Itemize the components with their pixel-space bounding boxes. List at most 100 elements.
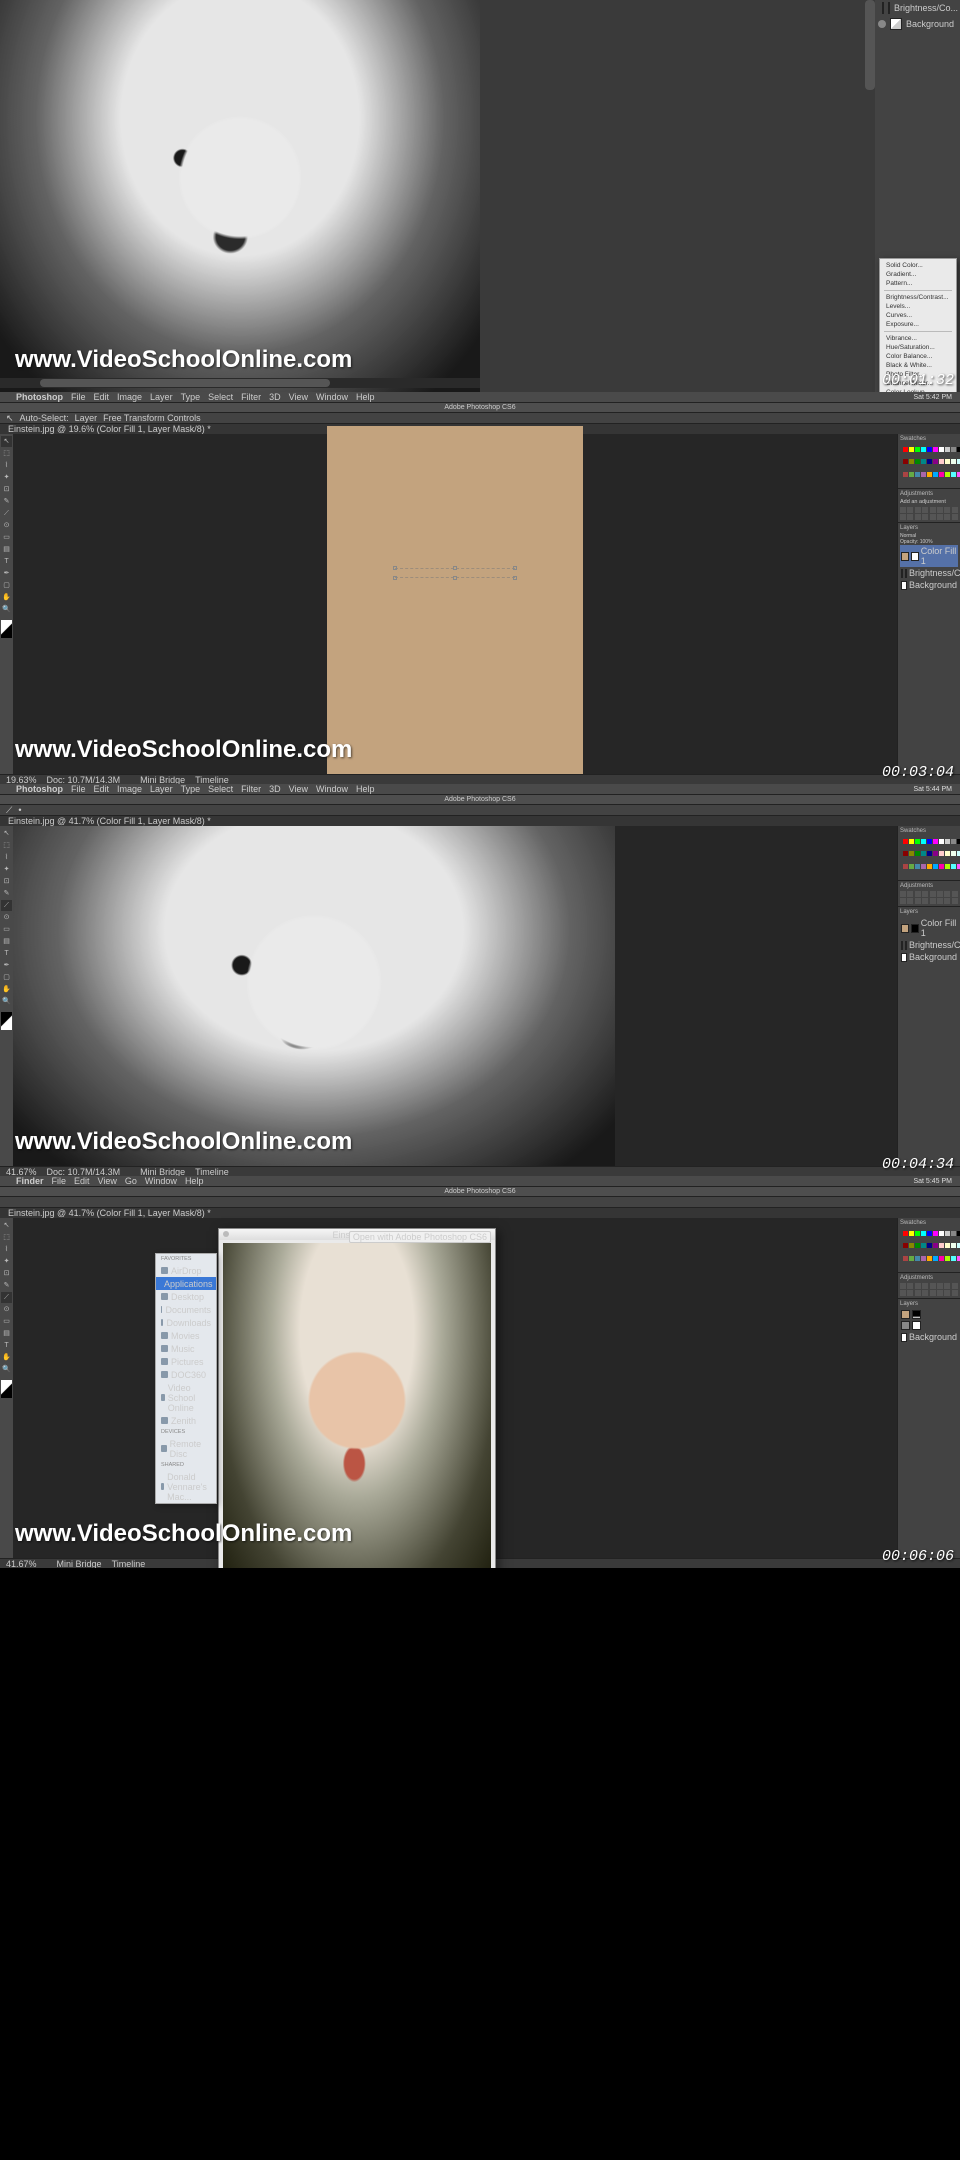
adj-icon[interactable] [900, 1283, 906, 1289]
layer-brightness-contrast[interactable]: Brightness/Co... [875, 0, 960, 16]
eyedropper-tool[interactable]: ✎ [1, 1280, 12, 1291]
crop-tool[interactable]: ⊡ [1, 876, 12, 887]
swatch[interactable] [951, 1243, 956, 1248]
swatch[interactable] [927, 851, 932, 856]
panel-header[interactable]: Swatches [900, 1220, 958, 1226]
adj-icon[interactable] [907, 891, 913, 897]
swatch[interactable] [945, 1243, 950, 1248]
swatch[interactable] [939, 459, 944, 464]
adj-icon[interactable] [952, 514, 958, 520]
swatch[interactable] [933, 459, 938, 464]
adj-icon[interactable] [944, 1290, 950, 1296]
swatch[interactable] [939, 864, 944, 869]
transform-handle[interactable] [513, 576, 517, 580]
swatch[interactable] [933, 851, 938, 856]
adj-icon[interactable] [930, 514, 936, 520]
shape-tool[interactable]: ▢ [1, 580, 12, 591]
swatch[interactable] [921, 839, 926, 844]
swatch[interactable] [939, 1256, 944, 1261]
swatch[interactable] [939, 1231, 944, 1236]
marquee-tool[interactable]: ⬚ [1, 448, 12, 459]
sidebar-movies[interactable]: Movies [156, 1329, 216, 1342]
sidebar-airdrop[interactable]: AirDrop [156, 1264, 216, 1277]
swatch[interactable] [903, 1243, 908, 1248]
adj-icon[interactable] [915, 514, 921, 520]
zoom-tool[interactable]: 🔍 [1, 996, 12, 1007]
zoom-level[interactable]: 41.67% [6, 1559, 37, 1569]
menu-image[interactable]: Image [117, 392, 142, 402]
swatch[interactable] [927, 472, 932, 477]
panel-header[interactable]: Adjustments [900, 491, 958, 497]
canvas-area[interactable] [13, 434, 897, 782]
menu-view[interactable]: View [289, 392, 308, 402]
swatch[interactable] [945, 839, 950, 844]
type-tool[interactable]: T [1, 948, 12, 959]
layer-color-fill[interactable] [900, 1309, 958, 1320]
swatch[interactable] [951, 851, 956, 856]
swatch[interactable] [927, 459, 932, 464]
vertical-scrollbar-thumb[interactable] [865, 0, 875, 90]
swatch[interactable] [909, 447, 914, 452]
quicklook-titlebar[interactable]: Einstein.psd Open with Adobe Photoshop C… [219, 1229, 495, 1240]
auto-select-dropdown[interactable]: Layer [75, 413, 98, 423]
shape-tool[interactable]: ▢ [1, 972, 12, 983]
layer-background[interactable]: Background [900, 951, 958, 963]
menu-type[interactable]: Type [181, 392, 201, 402]
menu-edit[interactable]: Edit [74, 1176, 90, 1186]
layer-background[interactable]: Background [900, 1331, 958, 1343]
swatch[interactable] [951, 864, 956, 869]
wand-tool[interactable]: ✦ [1, 864, 12, 875]
menu-file[interactable]: File [71, 392, 86, 402]
swatch[interactable] [927, 839, 932, 844]
eyedropper-tool[interactable]: ✎ [1, 888, 12, 899]
swatch[interactable] [945, 1256, 950, 1261]
swatch[interactable] [903, 1231, 908, 1236]
adj-icon[interactable] [930, 1290, 936, 1296]
swatch[interactable] [939, 447, 944, 452]
layer-background[interactable]: Background [875, 16, 960, 32]
swatch[interactable] [927, 1243, 932, 1248]
sidebar-folder[interactable]: Video School Online [156, 1381, 216, 1414]
swatch[interactable] [933, 472, 938, 477]
adj-icon[interactable] [922, 891, 928, 897]
lasso-tool[interactable]: ⌇ [1, 460, 12, 471]
swatch[interactable] [945, 851, 950, 856]
swatch[interactable] [909, 1256, 914, 1261]
layer-brightness[interactable]: Brightness/C... [900, 567, 958, 579]
adj-icon[interactable] [900, 507, 906, 513]
sidebar-shared-mac[interactable]: Donald Vennare's Mac... [156, 1470, 216, 1503]
swatch[interactable] [915, 1256, 920, 1261]
adj-icon[interactable] [952, 1290, 958, 1296]
transform-handle[interactable] [393, 576, 397, 580]
adj-icon[interactable] [915, 507, 921, 513]
horizontal-scrollbar[interactable] [0, 378, 480, 388]
swatch[interactable] [945, 472, 950, 477]
menu-select[interactable]: Select [208, 784, 233, 794]
sidebar-applications[interactable]: Applications [156, 1277, 216, 1290]
menu-item[interactable]: Pattern... [880, 279, 956, 288]
menu-filter[interactable]: Filter [241, 392, 261, 402]
sidebar-music[interactable]: Music [156, 1342, 216, 1355]
menu-view[interactable]: View [98, 1176, 117, 1186]
adj-icon[interactable] [944, 507, 950, 513]
swatch[interactable] [909, 472, 914, 477]
menu-item[interactable]: Brightness/Contrast... [880, 293, 956, 302]
solid-color-fill-canvas[interactable] [327, 426, 583, 776]
lasso-tool[interactable]: ⌇ [1, 1244, 12, 1255]
crop-tool[interactable]: ⊡ [1, 1268, 12, 1279]
menu-help[interactable]: Help [356, 392, 375, 402]
swatch[interactable] [909, 864, 914, 869]
stamp-tool[interactable]: ⊙ [1, 1304, 12, 1315]
adj-icon[interactable] [915, 1283, 921, 1289]
foreground-background-colors[interactable] [1, 1380, 12, 1398]
swatch[interactable] [909, 851, 914, 856]
swatch[interactable] [933, 839, 938, 844]
layer-color-fill[interactable]: Color Fill 1 [900, 545, 958, 567]
adj-icon[interactable] [937, 514, 943, 520]
layer-brightness[interactable] [900, 1320, 958, 1331]
zoom-level[interactable]: 19.63% [6, 775, 37, 785]
panel-header[interactable]: Swatches [900, 828, 958, 834]
canvas-bw-photo-zoomed[interactable] [13, 826, 615, 1174]
swatch[interactable] [933, 1256, 938, 1261]
swatch[interactable] [909, 1243, 914, 1248]
